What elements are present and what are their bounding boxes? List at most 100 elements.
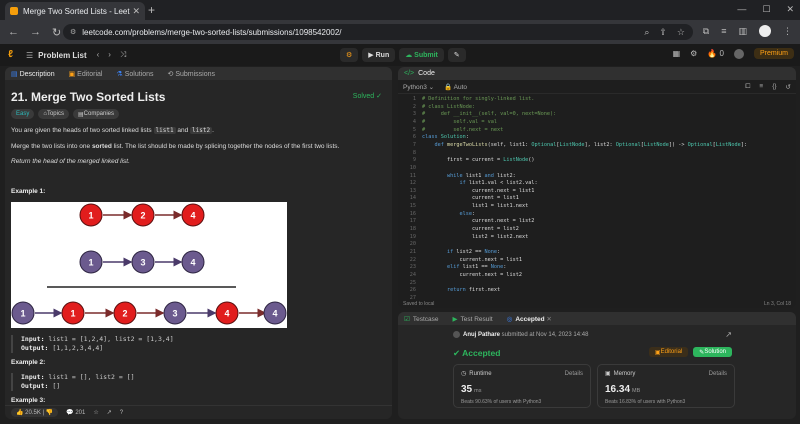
share-icon[interactable]: ⇪ (659, 27, 667, 38)
runtime-card[interactable]: ◷ Runtime Details 35 ms Beats 90.63% of use… (453, 364, 591, 408)
streak-counter[interactable]: 🔥 0 (707, 49, 724, 58)
tab-test-result-label: Test Result (460, 315, 493, 323)
submit-button[interactable]: ☁ Submit (399, 48, 444, 62)
help-icon[interactable]: ? (120, 410, 123, 416)
topics-label: Topics (46, 111, 64, 117)
reset-icon[interactable]: ↺ (786, 83, 791, 91)
solved-badge: Solved ✓ (352, 93, 382, 100)
result-panel: ☑ Testcase ▶ Test Result ◎ Accepted ✕ Anuj … (398, 312, 796, 419)
debug-button[interactable]: ⚙ (340, 48, 359, 62)
tab-description-label: Description (19, 70, 55, 78)
profile-avatar[interactable] (759, 25, 771, 37)
tab-description[interactable]: ▤ Description (11, 70, 55, 78)
media-icon[interactable]: ≡ (721, 26, 726, 36)
memory-chip-icon: ▣ (605, 371, 611, 377)
braces-icon[interactable]: {} (772, 83, 776, 91)
code-line: elif list1 == None: (447, 264, 507, 271)
like-button[interactable]: 👍 20.5K | 👎 (11, 408, 59, 417)
difficulty-tag[interactable]: Easy (11, 109, 35, 119)
sidepanel-icon[interactable]: ▥ (738, 26, 747, 37)
code-line: return first.next (447, 287, 501, 294)
solved-label: Solved (352, 93, 375, 100)
code-header-label: Code (418, 70, 435, 77)
memory-card[interactable]: ▣ Memory Details 16.34 MB Beats 16.83% of u… (597, 364, 735, 408)
line-number: 5 (412, 126, 416, 133)
autocomplete-toggle[interactable]: 🔒 Auto (444, 83, 467, 91)
line-number: 6 (412, 134, 416, 141)
forward-icon[interactable]: → (30, 26, 41, 39)
companies-tag[interactable]: ▤ Companies (72, 109, 120, 119)
bookmark-star-icon[interactable]: ☆ (677, 27, 685, 38)
leetcode-logo-icon[interactable]: ℓ (8, 50, 18, 60)
line-number: 19 (409, 233, 416, 240)
code-line: if list2 == None: (447, 249, 501, 255)
language-select[interactable]: Python3 ⌄ (403, 83, 434, 91)
memory-details-link[interactable]: Details (709, 371, 727, 377)
tab-testcase[interactable]: ☑ Testcase (404, 315, 438, 323)
back-icon[interactable]: ← (8, 26, 19, 39)
browser-tab[interactable]: Merge Two Sorted Lists - Leet ✕ (5, 2, 145, 20)
bookmark-icon[interactable]: ⧠ (745, 83, 750, 91)
solution-button[interactable]: ✎ Solution (693, 347, 732, 357)
minimize-icon[interactable]: — (737, 4, 746, 15)
code-line: while list1 and list2: (447, 172, 516, 179)
tab-editorial[interactable]: ▣ Editorial (69, 70, 103, 78)
leetcode-favicon-icon (10, 7, 18, 15)
comments-button[interactable]: 💬 201 (66, 409, 85, 416)
line-number: 17 (409, 218, 416, 225)
tab-solutions[interactable]: ⚗ Solutions (116, 70, 153, 78)
tab-submissions[interactable]: ⟲ Submissions (168, 70, 216, 78)
zoom-icon[interactable]: ⌕ (644, 27, 649, 38)
editor-toolbar: Python3 ⌄ 🔒 Auto ⧠ ≡ {} ↺ (398, 80, 796, 94)
open-new-icon[interactable]: ↗ (725, 330, 732, 339)
reload-icon[interactable]: ↻ (52, 26, 61, 39)
site-info-icon[interactable]: ⚙ (70, 28, 76, 36)
extensions-icon[interactable]: ⧉ (703, 26, 709, 37)
favorite-star-icon[interactable]: ☆ (93, 409, 98, 416)
user-avatar[interactable] (733, 48, 744, 59)
code-line: def mergeTwoLists(self, list1: Optional[… (434, 141, 747, 148)
notes-button[interactable]: ✎ (447, 48, 466, 62)
premium-button[interactable]: Premium (753, 48, 794, 59)
language-label: Python3 (403, 83, 427, 91)
run-button[interactable]: ▶ Run (362, 48, 396, 62)
ex2-input: list1 = [], list2 = [] (44, 373, 135, 381)
shuffle-icon[interactable]: ⤨ (120, 50, 126, 60)
ex2-output: [] (48, 382, 61, 390)
next-problem-icon[interactable]: › (108, 50, 111, 60)
line-number: 8 (412, 149, 416, 156)
p2-a: Merge the two lists into one (11, 143, 92, 150)
layout-icon[interactable]: ▦ (673, 49, 681, 58)
runtime-beats: Beats 90.63% of users with Python3 (461, 399, 542, 405)
streak-count: 0 (719, 49, 724, 58)
tab-testcase-label: Testcase (412, 315, 439, 323)
tab-submissions-label: Submissions (175, 70, 216, 78)
format-icon[interactable]: ≡ (759, 83, 763, 91)
close-tab-icon[interactable]: ✕ (132, 6, 140, 17)
close-window-icon[interactable]: ✕ (786, 4, 794, 15)
line-number: 21 (409, 249, 416, 255)
runtime-label: Runtime (469, 370, 492, 377)
new-tab-icon[interactable]: + (148, 4, 155, 16)
url-field[interactable]: ⚙ leetcode.com/problems/merge-two-sorted… (63, 24, 693, 40)
clock-icon: ◷ (461, 371, 467, 377)
code-line: current = list1 (422, 195, 519, 202)
example3-label: Example 3: (11, 397, 46, 404)
prev-problem-icon[interactable]: ‹ (97, 50, 100, 60)
line-number: 2 (412, 103, 416, 110)
problem-list-link[interactable]: Problem List (38, 51, 86, 60)
share-link-icon[interactable]: ↗ (107, 409, 112, 416)
editorial-button[interactable]: ▣ Editorial (648, 347, 689, 357)
settings-icon[interactable]: ⚙ (690, 49, 697, 58)
tab-test-result[interactable]: ▶ Test Result (452, 315, 492, 323)
topics-tag[interactable]: ⌂ Topics (38, 109, 69, 119)
code-line: current.next = list2 (422, 218, 535, 225)
maximize-icon[interactable]: ☐ (762, 4, 770, 15)
problem-list-icon[interactable]: ☰ (26, 51, 33, 60)
code-line: # self.next = next (422, 126, 504, 133)
tab-accepted[interactable]: ◎ Accepted ✕ (507, 315, 552, 323)
runtime-details-link[interactable]: Details (565, 371, 583, 377)
submitter-name[interactable]: Anuj Pathare (463, 332, 500, 338)
editor-statusbar: Saved to local Ln 3, Col 18 (398, 299, 796, 308)
menu-icon[interactable]: ⋮ (783, 26, 792, 37)
